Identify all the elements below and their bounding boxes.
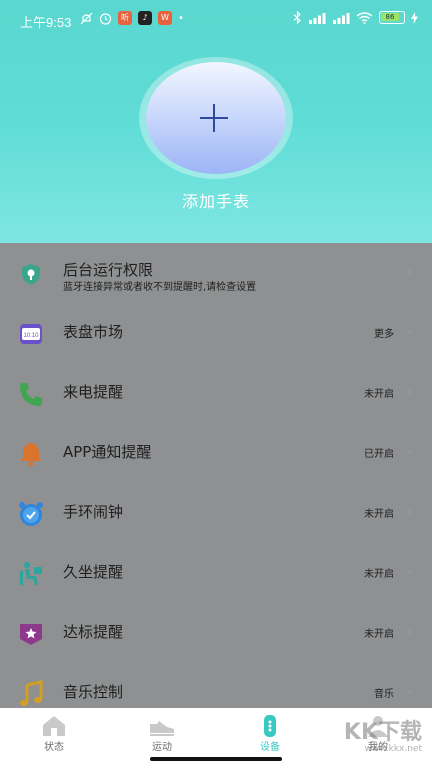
settings-row-goal[interactable]: 达标提醒 未开启 › [0, 603, 432, 663]
settings-row-value: 更多 [374, 329, 394, 340]
app-icon-2: W [158, 11, 172, 25]
shoe-icon [150, 721, 174, 736]
settings-row-value: 音乐 [374, 689, 394, 700]
settings-row-app[interactable]: APP通知提醒 已开启 › [0, 423, 432, 483]
wifi-icon [356, 11, 373, 24]
app-icon-1: 听 [118, 11, 132, 25]
badge-icon [20, 624, 42, 645]
settings-row-label: 后台运行权限 [63, 261, 154, 279]
bell-icon [20, 443, 42, 467]
settings-row-label: 来电提醒 [63, 383, 124, 401]
battery-icon: 86 [379, 11, 405, 24]
chevron-right-icon: › [407, 565, 412, 578]
alarm-icon [99, 12, 112, 25]
music-icon [20, 680, 43, 706]
status-left-icons: 听 ♪ W • [80, 11, 184, 25]
settings-row-sub: 蓝牙连接异常或者收不到提醒时,请检查设置 [63, 282, 257, 293]
status-right-icons: 86 [293, 11, 418, 24]
settings-row-call[interactable]: 来电提醒 未开启 › [0, 363, 432, 423]
bluetooth-icon [293, 11, 301, 24]
dot-icon: • [178, 12, 184, 24]
settings-row-watchface[interactable]: 10:10 表盘市场 更多 › [0, 303, 432, 363]
status-bar: 上午9:53 听 ♪ W • 86 [0, 0, 432, 40]
settings-row-value: 未开启 [364, 569, 394, 580]
settings-row-label: 达标提醒 [63, 623, 124, 641]
tab-label: 运动 [152, 742, 172, 753]
home-icon [43, 716, 65, 736]
header: 上午9:53 听 ♪ W • 86 添加手表 [0, 0, 432, 243]
watchface-icon: 10:10 [20, 324, 42, 344]
settings-list: 后台运行权限 蓝牙连接异常或者收不到提醒时,请检查设置 › 10:10 表盘市场… [0, 243, 432, 708]
settings-row-value: 未开启 [364, 509, 394, 520]
plus-icon-vertical[interactable] [213, 104, 215, 132]
settings-row-value: 未开启 [364, 629, 394, 640]
settings-row-value: 已开启 [364, 449, 394, 460]
chevron-right-icon: › [407, 445, 412, 458]
chevron-right-icon: › [407, 625, 412, 638]
settings-row-label: 音乐控制 [63, 683, 124, 701]
status-time: 上午9:53 [20, 15, 72, 30]
shield-icon [22, 264, 40, 285]
chevron-right-icon: › [407, 325, 412, 338]
sitting-icon [20, 562, 42, 585]
chevron-right-icon: › [407, 265, 412, 278]
settings-row-label: 久坐提醒 [63, 563, 124, 581]
band-icon [264, 715, 276, 737]
settings-row-background[interactable]: 后台运行权限 蓝牙连接异常或者收不到提醒时,请检查设置 › [0, 243, 432, 303]
svg-text:10:10: 10:10 [23, 333, 39, 339]
chevron-right-icon: › [407, 505, 412, 518]
chevron-right-icon: › [407, 385, 412, 398]
settings-row-sedentary[interactable]: 久坐提醒 未开启 › [0, 543, 432, 603]
home-indicator[interactable] [150, 757, 282, 761]
chevron-right-icon: › [407, 685, 412, 698]
charging-icon [411, 11, 418, 24]
tab-label: 状态 [44, 742, 64, 753]
settings-row-alarm[interactable]: 手环闹钟 未开启 › [0, 483, 432, 543]
tab-label: 设备 [260, 742, 280, 753]
mute-icon [80, 12, 93, 24]
alarm-clock-icon [19, 502, 43, 526]
settings-row-label: 表盘市场 [63, 323, 124, 341]
settings-row-label: APP通知提醒 [63, 443, 152, 461]
settings-row-label: 手环闹钟 [63, 503, 124, 521]
tab-status[interactable]: 状态 [0, 708, 108, 768]
tiktok-icon: ♪ [138, 11, 152, 25]
signal-icon-2 [333, 12, 350, 24]
watermark-url: www.kkx.net [364, 744, 423, 754]
signal-icon-1 [309, 12, 326, 24]
watermark-logo: KK下载 [343, 720, 422, 745]
add-watch-label[interactable]: 添加手表 [0, 188, 432, 212]
settings-row-value: 未开启 [364, 389, 394, 400]
phone-icon [20, 383, 42, 406]
